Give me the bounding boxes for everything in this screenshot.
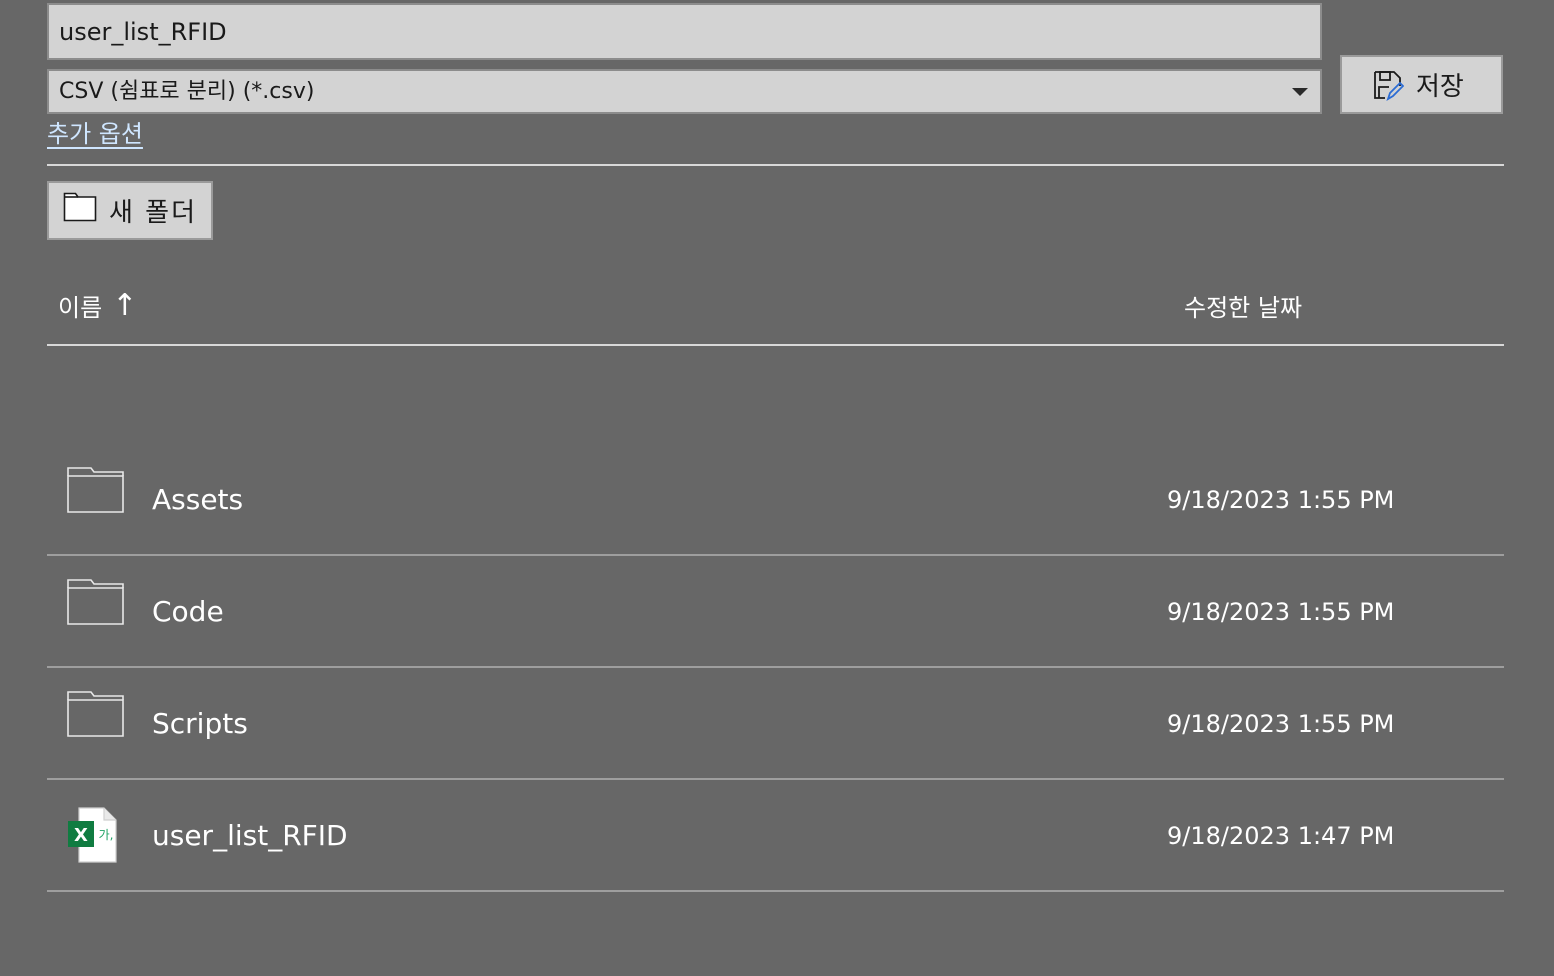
row-divider	[47, 890, 1504, 892]
file-modified-date: 9/18/2023 1:55 PM	[1167, 710, 1395, 738]
new-folder-label: 새 폴더	[109, 198, 198, 228]
divider	[47, 164, 1504, 166]
file-row[interactable]: Code 9/18/2023 1:55 PM	[47, 556, 1504, 668]
file-name: user_list_RFID	[152, 819, 348, 852]
file-name: Assets	[152, 483, 244, 516]
file-modified-date: 9/18/2023 1:55 PM	[1167, 486, 1395, 514]
save-button-label: 저장	[1416, 72, 1464, 102]
save-dialog: CSV (쉼표로 분리) (*.csv) 저장 추가 옵션 새 폴더 이름 ↑	[0, 0, 1554, 976]
excel-csv-file-icon: X 가,	[67, 807, 119, 867]
file-modified-date: 9/18/2023 1:47 PM	[1167, 822, 1395, 850]
header-divider	[47, 344, 1504, 346]
new-folder-button[interactable]: 새 폴더	[47, 181, 213, 240]
folder-icon	[67, 690, 125, 742]
filename-input[interactable]	[47, 3, 1322, 60]
file-row[interactable]: X 가, user_list_RFID 9/18/2023 1:47 PM	[47, 780, 1504, 892]
sort-ascending-icon: ↑	[112, 288, 138, 323]
svg-text:X: X	[74, 825, 88, 846]
filetype-select[interactable]: CSV (쉼표로 분리) (*.csv)	[47, 69, 1322, 114]
file-row[interactable]: Scripts 9/18/2023 1:55 PM	[47, 668, 1504, 780]
save-button[interactable]: 저장	[1340, 55, 1503, 114]
save-as-icon	[1372, 69, 1404, 101]
column-header-modified[interactable]: 수정한 날짜	[1184, 288, 1302, 323]
chevron-down-icon	[1292, 88, 1308, 96]
folder-icon	[67, 578, 125, 630]
svg-text:가,: 가,	[99, 828, 114, 842]
file-name: Scripts	[152, 707, 248, 740]
column-header-modified-label: 수정한 날짜	[1184, 294, 1303, 322]
filetype-selected-label: CSV (쉼표로 분리) (*.csv)	[59, 79, 315, 104]
folder-icon	[63, 192, 97, 229]
column-header-name-label: 이름	[58, 294, 103, 322]
more-options-link[interactable]: 추가 옵션	[47, 114, 143, 149]
file-modified-date: 9/18/2023 1:55 PM	[1167, 598, 1395, 626]
folder-icon	[67, 466, 125, 518]
file-row[interactable]: Assets 9/18/2023 1:55 PM	[47, 444, 1504, 556]
column-header-name[interactable]: 이름 ↑	[58, 288, 137, 323]
file-name: Code	[152, 595, 224, 628]
